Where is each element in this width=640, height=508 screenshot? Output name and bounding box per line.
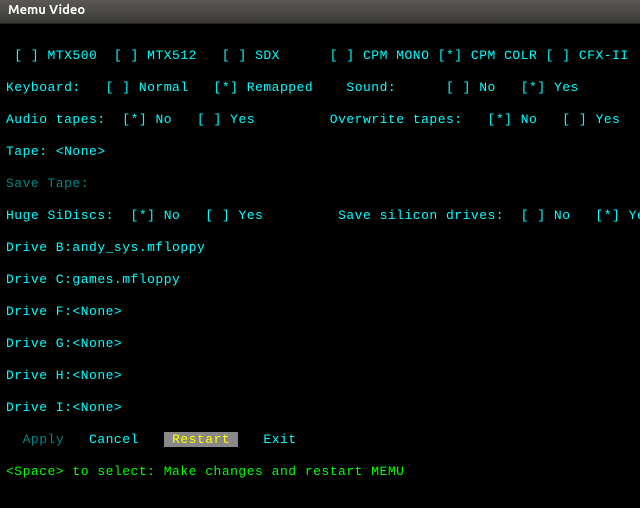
- opt-sound-no[interactable]: [ ] No: [396, 80, 496, 95]
- opt-ow-yes[interactable]: [ ] Yes: [537, 112, 620, 127]
- opt-cpmcolr[interactable]: [*] CPM COLR: [429, 48, 537, 63]
- opt-ss-yes[interactable]: [*] Yes: [571, 208, 640, 223]
- value-drive-i[interactable]: <None>: [72, 400, 122, 415]
- label-savetape: Save Tape:: [6, 176, 89, 191]
- opt-sound-yes[interactable]: [*] Yes: [496, 80, 579, 95]
- value-drive-f[interactable]: <None>: [72, 304, 122, 319]
- label-drive-i: Drive I:: [6, 400, 72, 415]
- label-huge: Huge SiDiscs:: [6, 208, 114, 223]
- label-audio: Audio tapes:: [6, 112, 106, 127]
- hint-key: <Space>: [6, 464, 64, 479]
- opt-kb-normal[interactable]: [ ] Normal: [81, 80, 189, 95]
- window-title: Memu Video: [8, 3, 85, 17]
- value-drive-h[interactable]: <None>: [72, 368, 122, 383]
- value-drive-c[interactable]: games.mfloppy: [72, 272, 180, 287]
- label-drive-h: Drive H:: [6, 368, 72, 383]
- opt-huge-no[interactable]: [*] No: [114, 208, 180, 223]
- label-drive-g: Drive G:: [6, 336, 72, 351]
- opt-huge-yes[interactable]: [ ] Yes: [180, 208, 263, 223]
- opt-audio-no[interactable]: [*] No: [106, 112, 172, 127]
- opt-ow-no[interactable]: [*] No: [463, 112, 538, 127]
- action-exit[interactable]: Exit: [238, 432, 296, 447]
- opt-sdx[interactable]: [ ] SDX: [197, 48, 280, 63]
- opt-cpmmono[interactable]: [ ] CPM MONO: [280, 48, 429, 63]
- window-titlebar: Memu Video: [0, 0, 640, 24]
- action-cancel[interactable]: Cancel: [64, 432, 139, 447]
- opt-cfx2[interactable]: [ ] CFX-II: [537, 48, 628, 63]
- opt-audio-yes[interactable]: [ ] Yes: [172, 112, 255, 127]
- label-overwrite: Overwrite tapes:: [255, 112, 463, 127]
- label-drive-b: Drive B:: [6, 240, 72, 255]
- emulator-screen: [ ] MTX500 [ ] MTX512 [ ] SDX [ ] CPM MO…: [0, 24, 640, 504]
- value-drive-g[interactable]: <None>: [72, 336, 122, 351]
- value-drive-b[interactable]: andy_sys.mfloppy: [72, 240, 205, 255]
- label-sound: Sound:: [313, 80, 396, 95]
- action-restart[interactable]: Restart: [139, 432, 239, 447]
- value-tape[interactable]: <None>: [48, 144, 106, 159]
- label-drive-f: Drive F:: [6, 304, 72, 319]
- hint-text: to select: Make changes and restart MEMU: [64, 464, 404, 479]
- opt-mtx500[interactable]: [ ] MTX500: [6, 48, 97, 63]
- label-tape: Tape:: [6, 144, 48, 159]
- label-keyboard: Keyboard:: [6, 80, 81, 95]
- label-savesilicon: Save silicon drives:: [263, 208, 504, 223]
- opt-mtx512[interactable]: [ ] MTX512: [97, 48, 197, 63]
- opt-ss-no[interactable]: [ ] No: [504, 208, 570, 223]
- label-drive-c: Drive C:: [6, 272, 72, 287]
- action-apply: Apply: [6, 432, 64, 447]
- opt-kb-remapped[interactable]: [*] Remapped: [189, 80, 314, 95]
